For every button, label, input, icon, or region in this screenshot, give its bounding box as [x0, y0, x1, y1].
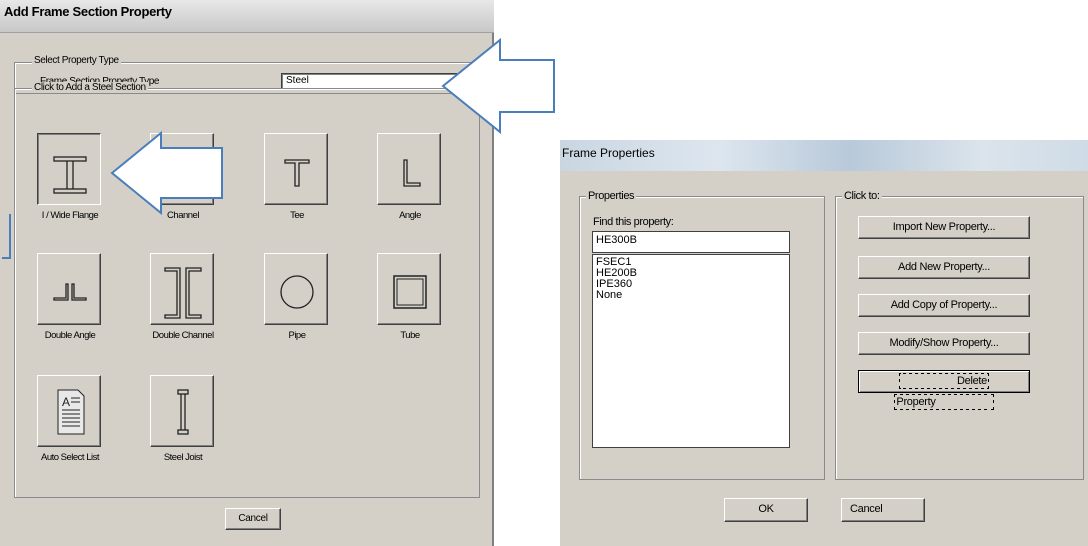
i-wide-flange-icon [53, 156, 87, 194]
angle-button[interactable]: Angle [377, 133, 441, 221]
double-angle-button[interactable]: Double Angle [37, 253, 101, 341]
property-type-combo[interactable]: Steel [281, 73, 457, 89]
find-property-value: HE300B [596, 234, 637, 246]
find-property-input[interactable]: HE300B [592, 231, 790, 253]
list-item[interactable]: None [596, 290, 786, 301]
cancel-button[interactable]: Cancel [225, 508, 281, 530]
tee-icon [284, 159, 310, 187]
steel-section-legend: Click to Add a Steel Section [32, 82, 148, 93]
select-property-type-legend: Select Property Type [32, 55, 121, 66]
auto-select-list-icon: A [57, 389, 85, 435]
add-copy-of-property-button[interactable]: Add Copy of Property... [858, 294, 1030, 317]
delete-property-label: Delete Property [894, 373, 994, 410]
pipe-button[interactable]: Pipe [264, 253, 328, 341]
channel-label: Channel [167, 210, 199, 221]
auto-select-list-label: Auto Select List [40, 452, 100, 463]
steel-joist-label: Steel Joist [163, 452, 203, 463]
channel-icon [174, 157, 196, 193]
angle-label: Angle [399, 210, 421, 221]
pipe-label: Pipe [288, 330, 306, 341]
delete-property-button[interactable]: Delete Property [858, 370, 1030, 410]
cancel-button[interactable]: Cancel [841, 498, 925, 522]
pipe-icon [280, 275, 314, 309]
double-angle-icon [53, 283, 87, 301]
double-channel-label: Double Channel [152, 330, 214, 341]
property-type-value: Steel [286, 75, 309, 86]
double-channel-icon [164, 267, 202, 319]
property-list[interactable]: FSEC1 HE200B IPE360 None [592, 254, 790, 448]
angle-icon [403, 159, 421, 187]
auto-select-list-button[interactable]: A Auto Select List [37, 375, 101, 463]
tube-button[interactable]: Tube [377, 253, 441, 341]
add-frame-section-dialog: Add Frame Section Property Select Proper… [0, 0, 494, 546]
double-channel-button[interactable]: Double Channel [150, 253, 214, 341]
i-wide-flange-button[interactable]: I / Wide Flange [37, 133, 101, 221]
import-new-property-button[interactable]: Import New Property... [858, 216, 1030, 239]
steel-joist-button[interactable]: Steel Joist [150, 375, 214, 463]
tee-button[interactable]: Tee [264, 133, 328, 221]
tube-icon [393, 275, 427, 309]
add-new-property-button[interactable]: Add New Property... [858, 256, 1030, 279]
click-to-legend: Click to: [842, 190, 882, 202]
dialog-title: Frame Properties [562, 146, 655, 160]
i-wide-flange-label: I / Wide Flange [41, 210, 99, 221]
dialog-titlebar: Frame Properties [560, 140, 1088, 171]
modify-show-property-button[interactable]: Modify/Show Property... [858, 332, 1030, 355]
dialog-titlebar: Add Frame Section Property [0, 0, 494, 33]
tube-label: Tube [400, 330, 420, 341]
ok-button[interactable]: OK [724, 498, 808, 522]
list-item[interactable]: IPE360 [596, 279, 786, 290]
double-angle-label: Double Angle [44, 330, 96, 341]
properties-legend: Properties [586, 190, 637, 202]
frame-properties-dialog: Frame Properties Properties Find this pr… [560, 140, 1088, 546]
channel-button[interactable]: Channel [150, 133, 214, 221]
tee-label: Tee [290, 210, 304, 221]
find-property-label: Find this property: [593, 216, 674, 228]
svg-text:A: A [62, 395, 70, 409]
steel-joist-icon [177, 389, 189, 435]
dialog-title: Add Frame Section Property [4, 4, 172, 19]
